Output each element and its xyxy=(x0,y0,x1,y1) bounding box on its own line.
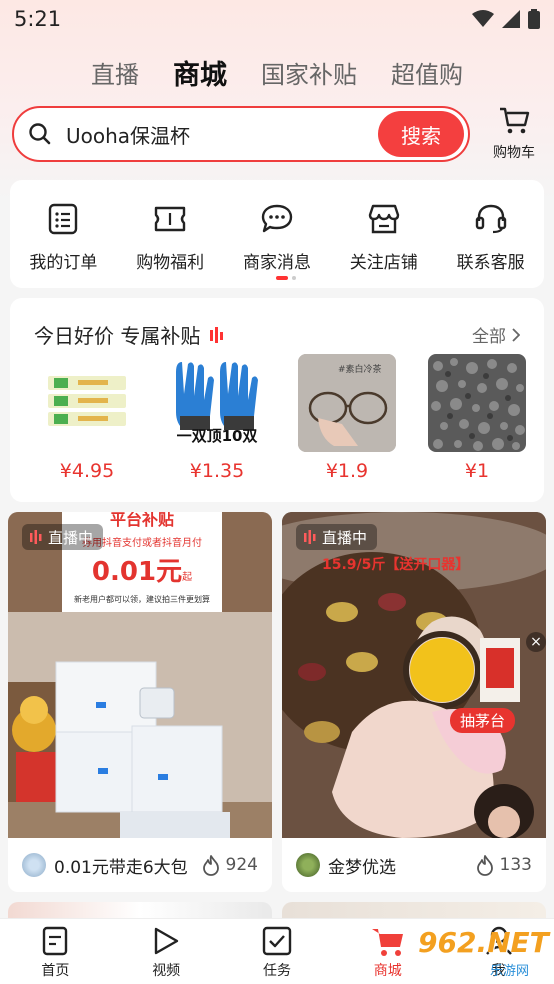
cart-icon xyxy=(500,107,530,134)
deals-card: 今日好价 专属补贴 全部 ¥4.95 一双顶10双 ¥1.35 #素白冷茶 ¥1… xyxy=(10,298,544,502)
play-icon xyxy=(126,924,206,958)
deal-price: ¥4.95 xyxy=(59,460,115,482)
product-image-gloves: 一双顶10双 xyxy=(168,354,266,452)
task-check-icon xyxy=(237,924,317,958)
watermark-sub: 乐游网 xyxy=(490,964,530,979)
nav-tasks[interactable]: 任务 xyxy=(237,924,317,980)
product-image-gravel xyxy=(428,354,526,452)
nav-home[interactable]: 首页 xyxy=(15,924,95,980)
deal-product[interactable]: ¥1 xyxy=(428,354,526,482)
tab-national-subsidy[interactable]: 国家补贴 xyxy=(261,55,357,90)
live-badge: 直播中 xyxy=(22,524,104,550)
nav-home-label: 首页 xyxy=(41,962,70,979)
chevron-right-icon xyxy=(512,327,520,342)
nav-video[interactable]: 视频 xyxy=(126,924,206,980)
search-button[interactable]: 搜索 xyxy=(378,111,464,157)
deals-see-all[interactable]: 全部 xyxy=(472,322,520,347)
status-bar: 5:21 xyxy=(0,0,554,38)
promo-sign-price-suffix: 起 xyxy=(182,572,193,583)
home-doc-icon xyxy=(15,924,95,958)
live-badge: 直播中 xyxy=(296,524,378,550)
product-overlay-text: 一双顶10双 xyxy=(176,427,258,445)
product-image-toothpaste xyxy=(38,354,136,452)
store-icon xyxy=(334,202,434,236)
search-icon xyxy=(14,122,66,146)
feed-footer: 金梦优选 133 xyxy=(282,838,546,892)
deals-see-all-label: 全部 xyxy=(472,327,506,347)
feed-title: 0.01元带走6大包 xyxy=(54,857,188,878)
wifi-icon xyxy=(472,10,494,27)
site-watermark: 962.NET 乐游网 xyxy=(414,924,550,980)
deals-title: 今日好价 专属补贴 xyxy=(34,324,201,348)
deal-price: ¥1 xyxy=(464,460,490,482)
feed-hot-count: 924 xyxy=(202,854,258,876)
feed-cover-image: 平台补贴 券用抖音支付或者抖音月付 0.01元起 新老用户都可以领，建议拍三件更… xyxy=(8,512,272,838)
feed-hot-value: 924 xyxy=(225,855,258,875)
search-row: Uooha保温杯 搜索 购物车 xyxy=(12,106,542,164)
close-icon[interactable]: × xyxy=(526,632,546,652)
quick-label-orders: 我的订单 xyxy=(29,253,98,273)
deal-product[interactable]: #素白冷茶 ¥1.9 xyxy=(298,354,396,482)
quick-label-customer-service: 联系客服 xyxy=(456,253,525,273)
promo-sign-note: 新老用户都可以领，建议拍三件更划算 xyxy=(74,595,210,604)
feed-cover-image: 15.9/5斤【送开口器】 抽茅台 × 直播中 xyxy=(282,512,546,838)
flame-icon xyxy=(202,855,219,876)
promo-tag: 抽茅台 xyxy=(450,708,516,733)
quick-label-benefits: 购物福利 xyxy=(136,253,205,273)
quick-item-orders[interactable]: 我的订单 xyxy=(13,202,113,273)
quick-item-customer-service[interactable]: 联系客服 xyxy=(441,202,541,273)
live-badge-label: 直播中 xyxy=(322,528,368,547)
nav-tasks-label: 任务 xyxy=(262,962,291,979)
ticket-icon xyxy=(120,202,220,236)
avatar xyxy=(296,853,320,877)
nav-video-label: 视频 xyxy=(152,962,181,979)
status-icons xyxy=(472,9,540,29)
flame-icon xyxy=(476,855,493,876)
live-bars-icon xyxy=(210,326,224,343)
promo-text: 15.9/5斤【送开口器】 xyxy=(322,557,470,573)
tab-super-value[interactable]: 超值购 xyxy=(391,55,463,90)
feed-card[interactable]: 平台补贴 券用抖音支付或者抖音月付 0.01元起 新老用户都可以领，建议拍三件更… xyxy=(8,512,272,892)
live-badge-label: 直播中 xyxy=(48,528,94,547)
feed-card[interactable]: 15.9/5斤【送开口器】 抽茅台 × 直播中 金梦优选 133 xyxy=(282,512,546,892)
quick-label-messages: 商家消息 xyxy=(242,253,311,273)
page-dot xyxy=(292,276,296,280)
top-tabs: 直播 商城 国家补贴 超值购 xyxy=(0,50,554,94)
deal-price: ¥1.35 xyxy=(189,460,245,482)
page-indicator xyxy=(276,276,296,280)
page-dot-active xyxy=(276,276,288,280)
cart-button[interactable]: 购物车 xyxy=(486,106,542,162)
feed-hot-count: 133 xyxy=(476,854,532,876)
deal-price: ¥1.9 xyxy=(325,460,369,482)
deal-product[interactable]: 一双顶10双 ¥1.35 xyxy=(168,354,266,482)
promo-sign-price: 0.01元 xyxy=(91,557,183,587)
order-list-icon xyxy=(13,202,113,236)
signal-icon xyxy=(502,10,520,28)
live-bars-icon xyxy=(304,530,316,544)
watermark-text: 962.NET xyxy=(418,926,549,959)
quick-item-benefits[interactable]: 购物福利 xyxy=(120,202,220,273)
deals-header: 今日好价 专属补贴 xyxy=(34,320,224,349)
avatar xyxy=(22,853,46,877)
quick-label-followed-stores: 关注店铺 xyxy=(349,253,418,273)
cart-label: 购物车 xyxy=(493,145,535,161)
chat-bubble-icon xyxy=(227,202,327,236)
headset-icon xyxy=(441,202,541,236)
quick-menu-card: 我的订单 购物福利 商家消息 关注店铺 联系客服 xyxy=(10,180,544,288)
battery-icon xyxy=(528,9,540,29)
feed-footer: 0.01元带走6大包 924 xyxy=(8,838,272,892)
product-image-glasses: #素白冷茶 xyxy=(298,354,396,452)
feed-title: 金梦优选 xyxy=(328,857,396,878)
product-overlay-text: #素白冷茶 xyxy=(338,365,382,375)
status-time: 5:21 xyxy=(14,7,62,31)
search-input[interactable]: Uooha保温杯 xyxy=(66,120,378,149)
deal-product[interactable]: ¥4.95 xyxy=(38,354,136,482)
quick-item-messages[interactable]: 商家消息 xyxy=(227,202,327,273)
tab-live[interactable]: 直播 xyxy=(91,55,139,90)
feed-hot-value: 133 xyxy=(499,855,532,875)
tab-mall[interactable]: 商城 xyxy=(173,53,227,92)
quick-item-followed-stores[interactable]: 关注店铺 xyxy=(334,202,434,273)
live-bars-icon xyxy=(30,530,42,544)
search-box[interactable]: Uooha保温杯 搜索 xyxy=(12,106,470,162)
